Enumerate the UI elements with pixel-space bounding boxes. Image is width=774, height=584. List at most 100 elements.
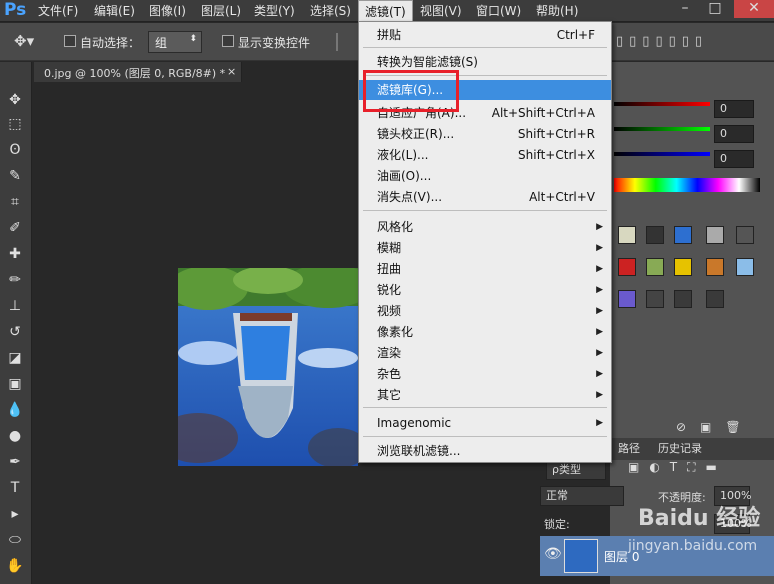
maximize-icon[interactable]: □ [702,0,728,18]
show-transform-label: 显示变换控件 [238,36,311,50]
menu-item-blur[interactable]: 模糊 ▶ [359,238,611,258]
minimize-icon[interactable]: – [672,0,698,18]
move-tool-icon[interactable]: ✥ [4,90,26,110]
distribute-icons[interactable]: ▯▯▯▯▯▯▯ [616,34,708,49]
layer-filter-select[interactable]: ρ类型 [546,460,606,480]
document-tab[interactable]: 0.jpg @ 100% (图层 0, RGB/8#) * × [34,62,242,82]
tab-paths[interactable]: 路径 [612,438,646,460]
menu-item-render[interactable]: 渲染 ▶ [359,343,611,363]
pen-tool-icon[interactable]: ✒ [4,452,26,472]
menu-item-stylize[interactable]: 风格化 ▶ [359,217,611,237]
menu-item-convert-smart-filter[interactable]: 转换为智能滤镜(S) [359,52,611,72]
menu-item-sharpen[interactable]: 锐化 ▶ [359,280,611,300]
auto-select-dropdown[interactable]: 组 ⬍ [148,31,202,53]
menu-item-noise[interactable]: 杂色 ▶ [359,364,611,384]
style-swatch[interactable] [674,226,692,244]
tab-history[interactable]: 历史记录 [652,438,708,460]
green-value-field[interactable]: 0 [714,125,754,143]
menu-item-oil-paint[interactable]: 油画(O)... [359,166,611,186]
history-brush-tool-icon[interactable]: ↺ [4,322,26,342]
eyedropper-tool-icon[interactable]: ✐ [4,218,26,238]
submenu-arrow-icon: ▶ [596,348,603,358]
menu-view[interactable]: 视图(V) [414,0,468,22]
menu-image[interactable]: 图像(I) [143,0,192,22]
close-tab-icon[interactable]: × [227,65,236,78]
style-swatch[interactable] [706,226,724,244]
auto-select-value: 组 [155,36,168,50]
style-swatch[interactable] [674,290,692,308]
submenu-arrow-icon: ▶ [596,306,603,316]
submenu-arrow-icon: ▶ [596,264,603,274]
quick-select-tool-icon[interactable]: ✎ [4,166,26,186]
dodge-tool-icon[interactable]: ● [4,426,26,446]
baidu-watermark: Baidu 经验 jingyan.baidu.com [604,496,774,576]
style-swatch[interactable] [736,226,754,244]
style-swatch[interactable] [618,258,636,276]
menu-filter[interactable]: 滤镜(T) [358,0,413,22]
menu-item-video[interactable]: 视频 ▶ [359,301,611,321]
style-swatch[interactable] [736,258,754,276]
menu-separator [363,407,607,408]
path-select-tool-icon[interactable]: ▸ [4,504,26,524]
marquee-tool-icon[interactable]: ⬚ [4,114,26,134]
auto-select-checkbox[interactable] [64,35,76,47]
menu-file[interactable]: 文件(F) [32,0,84,22]
styles-panel-icons[interactable]: ⊘▣🗑 [676,420,755,434]
eraser-tool-icon[interactable]: ◪ [4,348,26,368]
gradient-tool-icon[interactable]: ▣ [4,374,26,394]
menu-type[interactable]: 类型(Y) [248,0,301,22]
layer-filter-icons[interactable]: ▣◐T⛶▬ [628,460,727,475]
red-slider[interactable] [614,102,710,106]
boat-photo [178,268,358,466]
menu-item-lens-correction[interactable]: 镜头校正(R)... Shift+Ctrl+R [359,124,611,144]
brush-tool-icon[interactable]: ✏ [4,270,26,290]
lasso-tool-icon[interactable]: ʘ [4,140,26,160]
dropdown-arrow-icon: ⬍ [189,34,197,44]
menu-item-liquify[interactable]: 液化(L)... Shift+Ctrl+X [359,145,611,165]
healing-brush-tool-icon[interactable]: ✚ [4,244,26,264]
shape-tool-icon[interactable]: ⬭ [4,530,26,550]
clone-stamp-tool-icon[interactable]: ⊥ [4,296,26,316]
eye-icon[interactable]: 👁 [544,546,562,562]
menu-item-distort[interactable]: 扭曲 ▶ [359,259,611,279]
blue-value-field[interactable]: 0 [714,150,754,168]
style-swatch[interactable] [706,258,724,276]
close-window-icon[interactable]: ✕ [734,0,774,18]
menu-item-pixelate[interactable]: 像素化 ▶ [359,322,611,342]
panel-tabs: 路径 历史记录 [610,438,774,460]
red-value-field[interactable]: 0 [714,100,754,118]
menu-select[interactable]: 选择(S) [304,0,357,22]
show-transform-checkbox[interactable] [222,35,234,47]
menu-item-imagenomic[interactable]: Imagenomic ▶ [359,413,611,433]
style-swatch[interactable] [706,290,724,308]
style-swatch[interactable] [646,226,664,244]
submenu-arrow-icon: ▶ [596,222,603,232]
style-swatch[interactable] [618,290,636,308]
menu-separator [363,436,607,437]
menu-item-last-filter[interactable]: 拼贴 Ctrl+F [359,25,611,45]
move-tool-icon[interactable]: ✥▾ [14,32,34,50]
color-spectrum-bar[interactable] [614,178,760,192]
style-swatch[interactable] [646,290,664,308]
type-tool-icon[interactable]: T [4,478,26,498]
hand-tool-icon[interactable]: ✋ [4,556,26,576]
menu-help[interactable]: 帮助(H) [530,0,584,22]
menu-layer[interactable]: 图层(L) [195,0,247,22]
blur-tool-icon[interactable]: 💧 [4,400,26,420]
photoshop-logo: Ps [4,0,27,20]
green-slider[interactable] [614,127,710,131]
tools-panel: ✥ ⬚ ʘ ✎ ⌗ ✐ ✚ ✏ ⊥ ↺ ◪ ▣ 💧 ● ✒ T ▸ ⬭ ✋ [0,62,32,584]
menu-edit[interactable]: 编辑(E) [88,0,141,22]
submenu-arrow-icon: ▶ [596,327,603,337]
menu-item-other[interactable]: 其它 ▶ [359,385,611,405]
blue-slider[interactable] [614,152,710,156]
style-swatch[interactable] [618,226,636,244]
menu-window[interactable]: 窗口(W) [470,0,527,22]
style-swatch[interactable] [674,258,692,276]
menu-item-browse-filters-online[interactable]: 浏览联机滤镜... [359,441,611,461]
menu-item-vanishing-point[interactable]: 消失点(V)... Alt+Ctrl+V [359,187,611,207]
watermark-url: jingyan.baidu.com [628,538,758,554]
crop-tool-icon[interactable]: ⌗ [4,192,26,212]
menu-separator [363,47,607,48]
style-swatch[interactable] [646,258,664,276]
